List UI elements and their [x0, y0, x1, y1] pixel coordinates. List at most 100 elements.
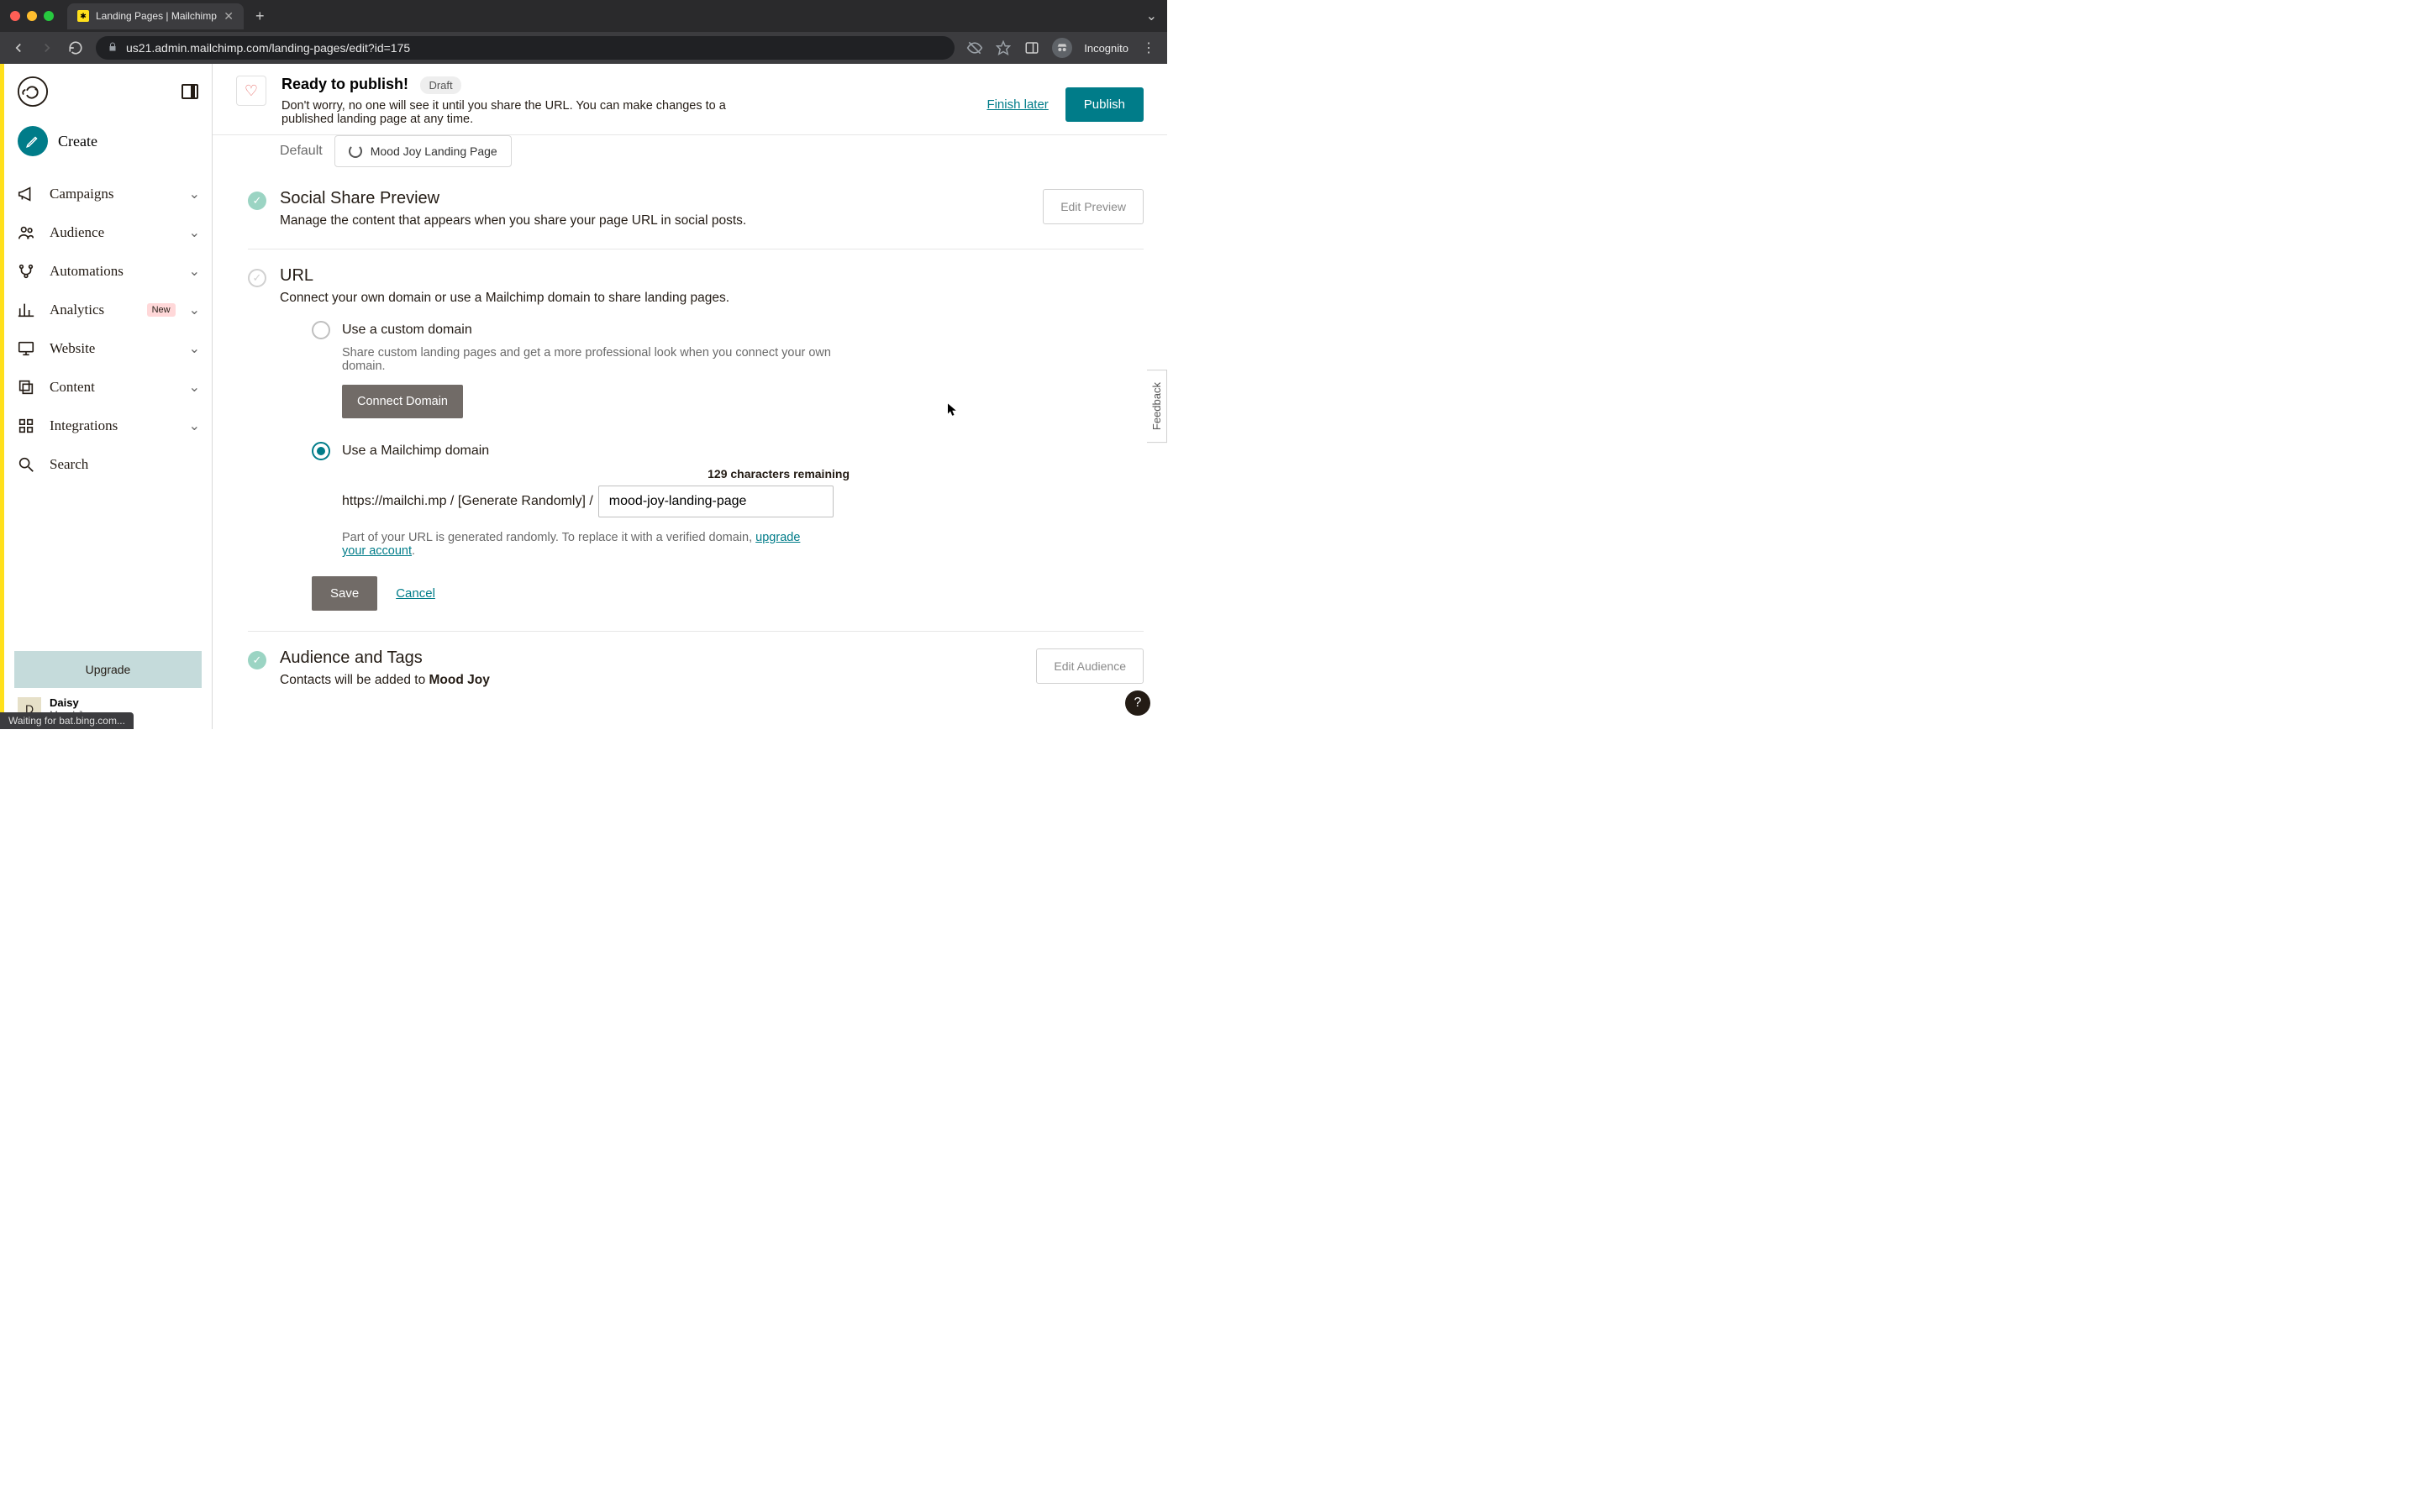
edit-audience-button[interactable]: Edit Audience — [1036, 648, 1144, 684]
sidebar-item-website[interactable]: Website ⌄ — [4, 329, 212, 368]
new-badge: New — [147, 303, 176, 317]
audience-sub-pre: Contacts will be added to — [280, 673, 429, 687]
help-button[interactable]: ? — [1125, 690, 1150, 716]
lock-icon — [108, 42, 118, 55]
url-subtext: Connect your own domain or use a Mailchi… — [280, 291, 1144, 306]
mailchimp-logo-icon[interactable] — [17, 76, 49, 108]
browser-tab[interactable]: ✱ Landing Pages | Mailchimp ✕ — [67, 3, 244, 29]
upgrade-note-post: . — [412, 544, 415, 558]
incognito-label: Incognito — [1084, 42, 1128, 55]
create-button[interactable]: Create — [4, 119, 212, 175]
publish-topbar: ♡ Ready to publish! Draft Don't worry, n… — [213, 64, 1167, 135]
cancel-link[interactable]: Cancel — [396, 586, 435, 601]
bookmark-star-icon[interactable] — [995, 40, 1012, 55]
section-audience: ✓ Audience and Tags Contacts will be add… — [248, 632, 1144, 708]
custom-domain-help: Share custom landing pages and get a mor… — [342, 346, 850, 373]
close-tab-icon[interactable]: ✕ — [224, 9, 234, 24]
account-name: Daisy — [50, 696, 93, 709]
forward-button[interactable] — [39, 40, 55, 55]
create-label: Create — [58, 133, 97, 150]
publish-button[interactable]: Publish — [1065, 87, 1144, 122]
slug-input[interactable] — [598, 486, 834, 517]
chevron-down-icon: ⌄ — [189, 263, 200, 280]
sidebar-item-audience[interactable]: Audience ⌄ — [4, 213, 212, 252]
upgrade-note: Part of your URL is generated randomly. … — [342, 531, 821, 558]
browser-tab-strip: ✱ Landing Pages | Mailchimp ✕ + ⌄ — [0, 0, 1167, 32]
close-window-icon[interactable] — [10, 11, 20, 21]
layers-icon — [16, 378, 36, 396]
radio-custom-label: Use a custom domain — [342, 323, 472, 338]
radio-custom-domain[interactable] — [312, 321, 330, 339]
template-row: Default Mood Joy Landing Page — [280, 135, 1144, 167]
upgrade-note-pre: Part of your URL is generated randomly. … — [342, 531, 755, 544]
pencil-icon — [18, 126, 48, 156]
tabs-overflow-icon[interactable]: ⌄ — [1146, 8, 1157, 24]
chevron-down-icon: ⌄ — [189, 224, 200, 241]
browser-url-bar: us21.admin.mailchimp.com/landing-pages/e… — [0, 32, 1167, 64]
draft-badge: Draft — [420, 76, 460, 94]
chevron-down-icon: ⌄ — [189, 340, 200, 357]
audience-subtext: Contacts will be added to Mood Joy — [280, 673, 1023, 688]
collapse-sidebar-icon[interactable] — [182, 84, 198, 99]
chars-remaining: 129 characters remaining — [312, 467, 850, 480]
sidebar-item-analytics[interactable]: Analytics New ⌄ — [4, 291, 212, 329]
nav-label: Audience — [50, 224, 176, 241]
nav-label: Integrations — [50, 417, 176, 434]
sidebar: Create Campaigns ⌄ Audience ⌄ Automation… — [4, 64, 213, 729]
nav-label: Website — [50, 340, 176, 357]
chevron-down-icon: ⌄ — [189, 186, 200, 202]
sidebar-item-automations[interactable]: Automations ⌄ — [4, 252, 212, 291]
section-url: ✓ URL Connect your own domain or use a M… — [248, 249, 1144, 632]
sidebar-item-search[interactable]: Search — [4, 445, 212, 484]
nav-label: Automations — [50, 263, 176, 280]
minimize-window-icon[interactable] — [27, 11, 37, 21]
check-done-icon: ✓ — [248, 192, 266, 210]
panel-icon[interactable] — [1023, 40, 1040, 55]
sidebar-item-content[interactable]: Content ⌄ — [4, 368, 212, 407]
section-social-share: ✓ Social Share Preview Manage the conten… — [248, 172, 1144, 249]
check-done-icon: ✓ — [248, 651, 266, 669]
social-subtext: Manage the content that appears when you… — [280, 213, 1029, 228]
upgrade-button[interactable]: Upgrade — [14, 651, 202, 688]
nav-label: Campaigns — [50, 186, 176, 202]
window-controls — [10, 11, 54, 21]
search-icon — [16, 455, 36, 474]
nav-label: Analytics — [50, 302, 134, 318]
topbar-title: Ready to publish! — [281, 76, 408, 92]
chevron-down-icon: ⌄ — [189, 379, 200, 396]
audience-title: Audience and Tags — [280, 648, 1023, 668]
chevron-down-icon: ⌄ — [189, 302, 200, 318]
incognito-avatar-icon[interactable] — [1052, 38, 1072, 58]
audience-name: Mood Joy — [429, 673, 490, 687]
browser-menu-icon[interactable]: ⋮ — [1140, 39, 1157, 56]
address-bar[interactable]: us21.admin.mailchimp.com/landing-pages/e… — [96, 36, 955, 60]
sidebar-item-campaigns[interactable]: Campaigns ⌄ — [4, 175, 212, 213]
maximize-window-icon[interactable] — [44, 11, 54, 21]
main-content: ♡ Ready to publish! Draft Don't worry, n… — [213, 64, 1167, 729]
megaphone-icon — [16, 185, 36, 203]
domain-prefix: https://mailchi.mp / [Generate Randomly]… — [342, 494, 593, 509]
edit-preview-button[interactable]: Edit Preview — [1043, 189, 1144, 224]
template-preview-name: Mood Joy Landing Page — [371, 144, 497, 158]
radio-mc-label: Use a Mailchimp domain — [342, 444, 489, 459]
eye-off-icon[interactable] — [966, 39, 983, 56]
url-text: us21.admin.mailchimp.com/landing-pages/e… — [126, 41, 410, 55]
feedback-tab[interactable]: Feedback — [1147, 370, 1167, 443]
sidebar-item-integrations[interactable]: Integrations ⌄ — [4, 407, 212, 445]
reload-button[interactable] — [67, 40, 84, 55]
spinner-icon — [349, 144, 362, 158]
save-button[interactable]: Save — [312, 576, 377, 611]
check-empty-icon: ✓ — [248, 269, 266, 287]
favicon-icon: ✱ — [77, 10, 89, 22]
template-preview-chip[interactable]: Mood Joy Landing Page — [334, 135, 512, 167]
template-default-label: Default — [280, 144, 323, 159]
nav-label: Search — [50, 456, 200, 473]
connect-domain-button[interactable]: Connect Domain — [342, 385, 463, 418]
new-tab-button[interactable]: + — [255, 8, 265, 25]
url-title: URL — [280, 266, 1144, 286]
back-button[interactable] — [10, 40, 27, 55]
finish-later-link[interactable]: Finish later — [986, 97, 1048, 112]
people-icon — [16, 223, 36, 242]
radio-mailchimp-domain[interactable] — [312, 442, 330, 460]
monitor-icon — [16, 339, 36, 358]
